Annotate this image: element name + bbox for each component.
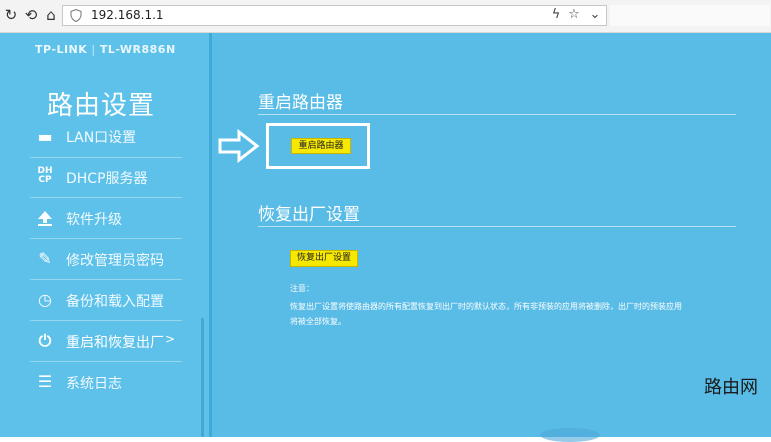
note-text-line1: 恢复出厂设置将使路由器的所有配置恢复到出厂时的默认状态，所有非预装的应用将被删除… bbox=[290, 302, 682, 311]
arrow-right-icon bbox=[218, 129, 260, 163]
sidebar-item-lan[interactable]: ▬ LAN口设置 bbox=[30, 125, 182, 158]
sidebar-title: 路由设置 bbox=[47, 91, 156, 121]
brand-separator: | bbox=[91, 43, 96, 56]
power-icon: ⏻ bbox=[38, 331, 52, 350]
sidebar-item-label: 重启和恢复出厂 bbox=[66, 335, 164, 351]
reboot-section-title: 重启路由器 bbox=[258, 93, 343, 113]
dhcp-icon: DH CP bbox=[37, 166, 53, 185]
address-bar[interactable]: 192.168.1.1 ϟ ☆ ⌄ bbox=[62, 5, 607, 26]
toolbar-blank bbox=[610, 5, 770, 26]
sidebar-item-dhcp[interactable]: DH CP DHCP服务器 bbox=[30, 157, 182, 198]
star-icon[interactable]: ☆ bbox=[566, 7, 582, 22]
lan-icon: ▬ bbox=[37, 127, 53, 146]
reboot-button[interactable]: 重启路由器 bbox=[291, 138, 351, 154]
back-icon[interactable]: ⟲ bbox=[22, 6, 40, 24]
sidebar-item-label: 系统日志 bbox=[66, 376, 122, 392]
factory-reset-section-title: 恢复出厂设置 bbox=[258, 205, 360, 225]
note-label: 注意： bbox=[290, 284, 314, 293]
sidebar-item-label: LAN口设置 bbox=[66, 130, 137, 146]
brand-name: TP-LINK bbox=[35, 43, 88, 56]
sidebar-item-label: 软件升级 bbox=[66, 212, 122, 228]
sidebar-item-label: DHCP服务器 bbox=[66, 171, 148, 187]
list-icon: ☰ bbox=[37, 372, 53, 391]
brand-model: TL-WR886N bbox=[99, 43, 176, 56]
sidebar-edge bbox=[209, 33, 212, 437]
watermark: 路由网 bbox=[704, 377, 758, 398]
sidebar-item-upgrade[interactable]: 软件升级 bbox=[30, 198, 182, 239]
pencil-icon: ✎ bbox=[38, 249, 52, 268]
upload-icon bbox=[38, 211, 52, 226]
refresh-icon[interactable]: ↻ bbox=[2, 6, 20, 24]
sidebar-item-password[interactable]: ✎ 修改管理员密码 bbox=[30, 239, 182, 280]
lightning-icon[interactable]: ϟ bbox=[548, 7, 564, 22]
sidebar-item-reboot-reset[interactable]: ⏻ 重启和恢复出厂 > bbox=[30, 321, 182, 362]
sidebar-item-syslog[interactable]: ☰ 系统日志 bbox=[30, 362, 182, 402]
sidebar-item-label: 修改管理员密码 bbox=[66, 253, 164, 269]
sidebar: TP-LINK | TL-WR886N 路由设置 ▬ LAN口设置 DH CP DHC… bbox=[0, 33, 212, 437]
router-admin-page: TP-LINK | TL-WR886N 路由设置 ▬ LAN口设置 DH CP DHC… bbox=[0, 33, 771, 442]
note-text-line2: 将被全部恢复。 bbox=[290, 317, 346, 326]
factory-reset-divider bbox=[258, 226, 736, 227]
history-icon: ◷ bbox=[38, 290, 52, 309]
sidebar-item-backup[interactable]: ◷ 备份和载入配置 bbox=[30, 280, 182, 321]
brand-logo: TP-LINK | TL-WR886N bbox=[35, 43, 176, 56]
address-url[interactable]: 192.168.1.1 bbox=[91, 8, 164, 22]
browser-toolbar: ↻ ⟲ ⌂ 192.168.1.1 ϟ ☆ ⌄ bbox=[0, 0, 771, 33]
home-icon[interactable]: ⌂ bbox=[42, 6, 60, 24]
active-arrow: > bbox=[165, 332, 176, 346]
decorative-blob bbox=[540, 428, 600, 442]
shield-icon bbox=[70, 9, 82, 22]
sidebar-scrollbar[interactable] bbox=[201, 318, 204, 437]
reboot-divider bbox=[258, 114, 736, 115]
factory-reset-button[interactable]: 恢复出厂设置 bbox=[290, 250, 358, 267]
sidebar-item-label: 备份和载入配置 bbox=[66, 294, 164, 310]
chevron-down-icon[interactable]: ⌄ bbox=[587, 7, 603, 22]
